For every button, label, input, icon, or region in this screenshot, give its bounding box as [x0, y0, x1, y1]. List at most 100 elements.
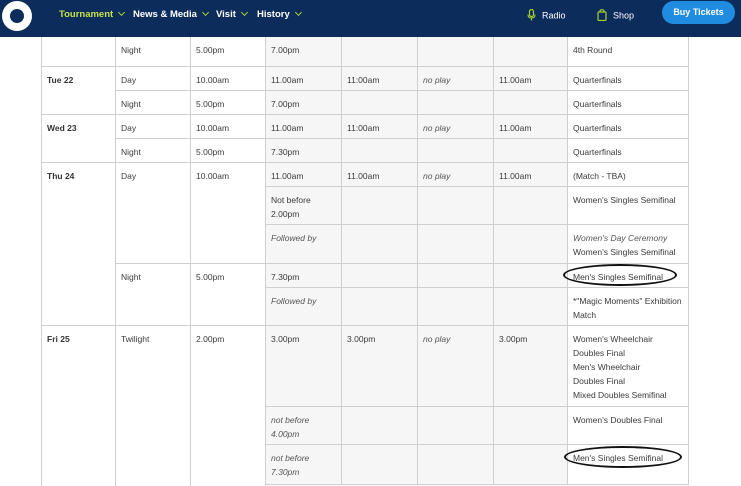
table-cell: 11:00am: [342, 115, 418, 139]
event-match: Women's Singles Semifinal: [573, 247, 676, 257]
table-cell: no play: [418, 115, 494, 139]
shop-label: Shop: [613, 10, 635, 21]
chevron-down-icon: [294, 8, 302, 17]
table-cell: [418, 91, 494, 115]
table-cell: 5.00pm: [191, 91, 266, 115]
table-cell: [342, 407, 418, 445]
table-cell: Night: [116, 37, 191, 67]
table-cell: Night: [116, 139, 191, 163]
table-cell: Quarterfinals: [568, 91, 689, 115]
table-cell: [494, 288, 568, 326]
event-ceremony: Women's Day Ceremony: [573, 233, 668, 243]
table-cell: [494, 139, 568, 163]
nav-news-media[interactable]: News & Media: [133, 8, 209, 20]
table-cell: [342, 91, 418, 115]
table-cell: 7.00pm: [266, 91, 342, 115]
table-cell: 2.00pm: [191, 326, 266, 486]
table-cell: 11.00am: [266, 115, 342, 139]
table-cell: 10.00am: [191, 67, 266, 91]
nav-history[interactable]: History: [257, 8, 302, 20]
event-line: Doubles Final: [573, 348, 625, 358]
table-cell: Night: [116, 91, 191, 115]
table-cell: [418, 225, 494, 264]
nav-tournament[interactable]: Tournament: [59, 8, 126, 20]
table-cell: [342, 288, 418, 326]
radio-link[interactable]: Radio: [527, 8, 566, 23]
table-cell: Day: [116, 115, 191, 139]
nav-tournament-label: Tournament: [59, 9, 114, 20]
event-line: Men's Wheelchair: [573, 362, 641, 372]
schedule-table: Night 5.00pm 7.00pm 4th Round Tue 22 Day…: [0, 37, 741, 486]
table-cell: 5.00pm: [191, 37, 266, 67]
nav-history-label: History: [257, 9, 290, 20]
table-cell: 3.00pm: [494, 326, 568, 407]
table-cell: 11:00am: [342, 67, 418, 91]
table-cell: Men's Singles Semifinal: [568, 445, 689, 485]
table-cell: no play: [418, 326, 494, 407]
nav-visit[interactable]: Visit: [216, 8, 248, 20]
table-cell: Men's Singles Semifinal: [568, 264, 689, 288]
table-cell: 11.00am: [494, 163, 568, 187]
table-cell: [342, 37, 418, 67]
table-cell: [494, 37, 568, 67]
event-exhibition: *"Magic Moments" Exhibition: [573, 296, 682, 306]
chevron-down-icon: [240, 8, 248, 17]
table-cell: Quarterfinals: [568, 67, 689, 91]
table-cell: *"Magic Moments" Exhibition Match: [568, 288, 689, 326]
table-cell: [418, 407, 494, 445]
table-cell: 11.00am: [342, 163, 418, 187]
table-cell: [418, 445, 494, 485]
table-cell: [494, 445, 568, 485]
buy-tickets-button[interactable]: Buy Tickets: [662, 1, 735, 24]
table-cell: Women's Doubles Final: [568, 407, 689, 445]
table-cell: 11.00am: [494, 115, 568, 139]
radio-label: Radio: [542, 10, 566, 21]
shop-link[interactable]: Shop: [597, 9, 634, 23]
table-cell: [418, 139, 494, 163]
shopping-bag-icon: [597, 9, 607, 23]
table-cell: [494, 264, 568, 288]
table-cell: Quarterfinals: [568, 115, 689, 139]
event-line: Doubles Final: [573, 376, 625, 386]
chevron-down-icon: [118, 8, 126, 17]
time-value: 7.30pm: [271, 467, 300, 477]
table-cell: [418, 264, 494, 288]
table-cell: [494, 91, 568, 115]
table-cell: [342, 264, 418, 288]
table-cell: not before 4.00pm: [266, 407, 342, 445]
table-cell: Day: [116, 67, 191, 91]
table-cell: Day: [116, 163, 191, 264]
event-line: Women's Wheelchair: [573, 334, 653, 344]
time-note: Not before: [271, 195, 311, 205]
table-cell: 10.00am: [191, 163, 266, 264]
table-cell: 7.30pm: [266, 139, 342, 163]
table-cell: 3.00pm: [342, 326, 418, 407]
table-cell: Followed by: [266, 288, 342, 326]
table-cell: Night: [116, 264, 191, 326]
table-cell: 5.00pm: [191, 264, 266, 326]
logo-icon[interactable]: [2, 1, 32, 31]
logo-hole: [10, 9, 24, 23]
table-cell: [41, 37, 116, 67]
table-cell: [494, 407, 568, 445]
table-cell: not before 7.30pm: [266, 445, 342, 485]
time-note: not before: [271, 415, 310, 425]
table-cell: [494, 187, 568, 225]
table-cell: (Match - TBA): [568, 163, 689, 187]
table-cell: 4th Round: [568, 37, 689, 67]
table-cell: 5.00pm: [191, 139, 266, 163]
table-cell: 11.00am: [266, 163, 342, 187]
time-value: 4.00pm: [271, 429, 300, 439]
table-cell: 3.00pm: [266, 326, 342, 407]
table-cell: no play: [418, 67, 494, 91]
chevron-down-icon: [201, 8, 209, 17]
table-cell: [418, 187, 494, 225]
table-cell: [342, 187, 418, 225]
table-cell: no play: [418, 163, 494, 187]
nav-news-media-label: News & Media: [133, 9, 197, 20]
table-cell: 10.00am: [191, 115, 266, 139]
table-cell: [342, 445, 418, 485]
table-cell: 11.00am: [494, 67, 568, 91]
table-cell: [494, 225, 568, 264]
top-nav-bar: Tournament News & Media Visit History Ra…: [0, 0, 741, 37]
